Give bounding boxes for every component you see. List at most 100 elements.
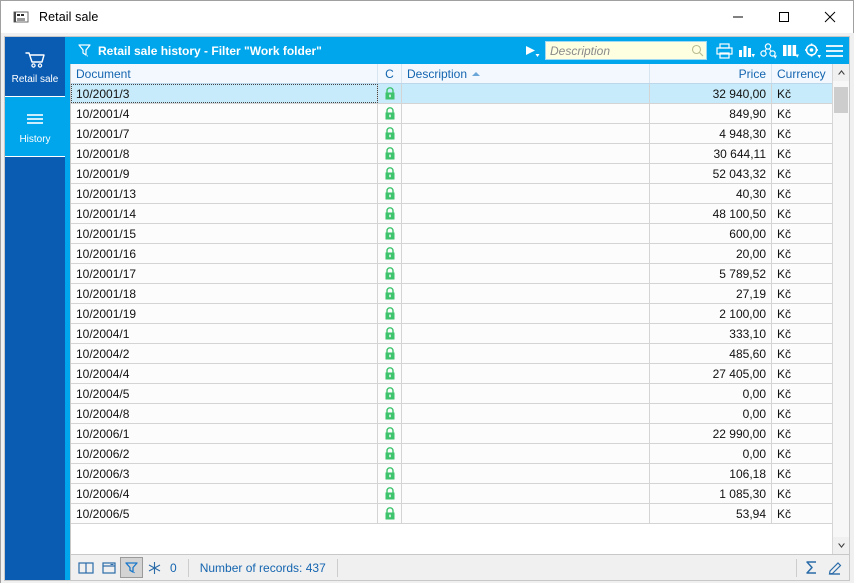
cell-c[interactable] bbox=[378, 184, 402, 203]
cell-description[interactable] bbox=[402, 304, 650, 323]
search-input[interactable] bbox=[545, 41, 707, 60]
cell-currency[interactable]: Kč bbox=[772, 304, 832, 323]
table-row[interactable]: 10/2001/19 2 100,00 Kč bbox=[71, 304, 832, 324]
cell-description[interactable] bbox=[402, 504, 650, 523]
cell-price[interactable]: 333,10 bbox=[650, 324, 772, 343]
cell-c[interactable] bbox=[378, 404, 402, 423]
cell-document[interactable]: 10/2001/3 bbox=[71, 84, 378, 103]
cell-document[interactable]: 10/2001/14 bbox=[71, 204, 378, 223]
table-row[interactable]: 10/2004/2 485,60 Kč bbox=[71, 344, 832, 364]
column-header-description[interactable]: Description bbox=[402, 64, 650, 83]
cell-price[interactable]: 2 100,00 bbox=[650, 304, 772, 323]
scroll-up-icon[interactable] bbox=[833, 64, 849, 81]
cell-document[interactable]: 10/2001/18 bbox=[71, 284, 378, 303]
cell-description[interactable] bbox=[402, 204, 650, 223]
cell-description[interactable] bbox=[402, 444, 650, 463]
sidebar-item-retail-sale[interactable]: Retail sale bbox=[5, 37, 65, 97]
cell-currency[interactable]: Kč bbox=[772, 484, 832, 503]
table-row[interactable]: 10/2001/18 27,19 Kč bbox=[71, 284, 832, 304]
sidebar-item-history[interactable]: History bbox=[5, 97, 65, 157]
cell-description[interactable] bbox=[402, 404, 650, 423]
column-header-currency[interactable]: Currency bbox=[772, 64, 832, 83]
cell-c[interactable] bbox=[378, 464, 402, 483]
cell-price[interactable]: 52 043,32 bbox=[650, 164, 772, 183]
cell-currency[interactable]: Kč bbox=[772, 284, 832, 303]
cell-document[interactable]: 10/2001/19 bbox=[71, 304, 378, 323]
menu-icon[interactable] bbox=[823, 40, 845, 62]
cell-document[interactable]: 10/2004/4 bbox=[71, 364, 378, 383]
cell-currency[interactable]: Kč bbox=[772, 124, 832, 143]
cell-c[interactable] bbox=[378, 484, 402, 503]
cell-currency[interactable]: Kč bbox=[772, 404, 832, 423]
cell-description[interactable] bbox=[402, 224, 650, 243]
cell-currency[interactable]: Kč bbox=[772, 364, 832, 383]
print-icon[interactable] bbox=[713, 40, 735, 62]
cell-description[interactable] bbox=[402, 364, 650, 383]
cell-c[interactable] bbox=[378, 384, 402, 403]
cell-price[interactable]: 0,00 bbox=[650, 404, 772, 423]
cell-c[interactable] bbox=[378, 324, 402, 343]
cell-price[interactable]: 600,00 bbox=[650, 224, 772, 243]
minimize-button[interactable] bbox=[715, 0, 761, 33]
sigma-sum-icon[interactable] bbox=[800, 557, 823, 578]
cell-currency[interactable]: Kč bbox=[772, 464, 832, 483]
cell-c[interactable] bbox=[378, 164, 402, 183]
cell-document[interactable]: 10/2001/8 bbox=[71, 144, 378, 163]
book-icon[interactable] bbox=[74, 557, 97, 578]
table-row[interactable]: 10/2001/7 4 948,30 Kč bbox=[71, 124, 832, 144]
cell-currency[interactable]: Kč bbox=[772, 164, 832, 183]
cell-price[interactable]: 30 644,11 bbox=[650, 144, 772, 163]
column-header-c[interactable]: C bbox=[378, 64, 402, 83]
cell-currency[interactable]: Kč bbox=[772, 224, 832, 243]
cell-document[interactable]: 10/2004/8 bbox=[71, 404, 378, 423]
column-header-document[interactable]: Document bbox=[71, 64, 378, 83]
cell-c[interactable] bbox=[378, 224, 402, 243]
cell-description[interactable] bbox=[402, 384, 650, 403]
table-row[interactable]: 10/2006/2 0,00 Kč bbox=[71, 444, 832, 464]
columns-icon[interactable] bbox=[779, 40, 801, 62]
table-row[interactable]: 10/2006/5 53,94 Kč bbox=[71, 504, 832, 524]
cell-price[interactable]: 485,60 bbox=[650, 344, 772, 363]
table-row[interactable]: 10/2004/4 27 405,00 Kč bbox=[71, 364, 832, 384]
cell-document[interactable]: 10/2006/3 bbox=[71, 464, 378, 483]
vertical-scrollbar[interactable] bbox=[832, 64, 849, 554]
table-row[interactable]: 10/2001/8 30 644,11 Kč bbox=[71, 144, 832, 164]
share-icon[interactable] bbox=[757, 40, 779, 62]
maximize-button[interactable] bbox=[761, 0, 807, 33]
cell-description[interactable] bbox=[402, 424, 650, 443]
cell-document[interactable]: 10/2006/4 bbox=[71, 484, 378, 503]
pencil-edit-icon[interactable] bbox=[823, 557, 846, 578]
cell-c[interactable] bbox=[378, 504, 402, 523]
cell-description[interactable] bbox=[402, 244, 650, 263]
cell-document[interactable]: 10/2001/16 bbox=[71, 244, 378, 263]
cell-description[interactable] bbox=[402, 104, 650, 123]
filter-icon[interactable] bbox=[74, 42, 94, 60]
cell-document[interactable]: 10/2001/9 bbox=[71, 164, 378, 183]
cell-price[interactable]: 22 990,00 bbox=[650, 424, 772, 443]
cell-description[interactable] bbox=[402, 484, 650, 503]
cell-currency[interactable]: Kč bbox=[772, 264, 832, 283]
cell-price[interactable]: 4 948,30 bbox=[650, 124, 772, 143]
table-row[interactable]: 10/2006/3 106,18 Kč bbox=[71, 464, 832, 484]
table-row[interactable]: 10/2004/8 0,00 Kč bbox=[71, 404, 832, 424]
cell-price[interactable]: 48 100,50 bbox=[650, 204, 772, 223]
cell-description[interactable] bbox=[402, 84, 650, 103]
settings-gear-icon[interactable] bbox=[801, 40, 823, 62]
play-dropdown-icon[interactable] bbox=[519, 40, 545, 62]
cell-currency[interactable]: Kč bbox=[772, 424, 832, 443]
cell-price[interactable]: 32 940,00 bbox=[650, 84, 772, 103]
cell-price[interactable]: 0,00 bbox=[650, 444, 772, 463]
cell-description[interactable] bbox=[402, 144, 650, 163]
table-row[interactable]: 10/2004/1 333,10 Kč bbox=[71, 324, 832, 344]
cell-c[interactable] bbox=[378, 124, 402, 143]
cell-description[interactable] bbox=[402, 324, 650, 343]
cell-document[interactable]: 10/2006/2 bbox=[71, 444, 378, 463]
cell-c[interactable] bbox=[378, 244, 402, 263]
table-row[interactable]: 10/2006/1 22 990,00 Kč bbox=[71, 424, 832, 444]
filter-icon[interactable] bbox=[120, 557, 143, 578]
cell-c[interactable] bbox=[378, 304, 402, 323]
cell-description[interactable] bbox=[402, 264, 650, 283]
cell-description[interactable] bbox=[402, 184, 650, 203]
cell-price[interactable]: 1 085,30 bbox=[650, 484, 772, 503]
cell-description[interactable] bbox=[402, 124, 650, 143]
